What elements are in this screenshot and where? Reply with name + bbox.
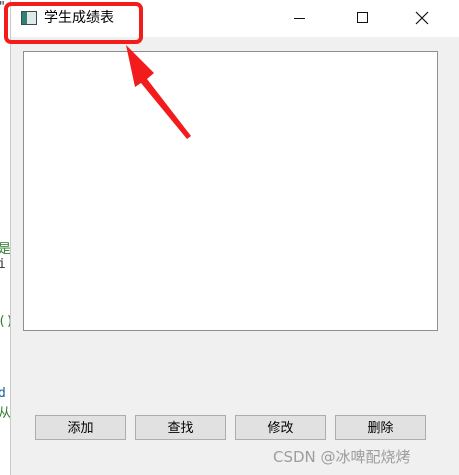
add-button[interactable]: 添加 xyxy=(35,415,126,440)
close-icon xyxy=(415,11,429,25)
background-code-char: i xyxy=(0,257,6,272)
background-code-char: 从 xyxy=(0,406,10,421)
minimize-icon xyxy=(294,18,305,19)
delete-button[interactable]: 删除 xyxy=(335,415,426,440)
close-button[interactable] xyxy=(397,0,445,37)
grades-text-area[interactable] xyxy=(23,51,438,331)
background-code-editor: " 是 i () d 从 xyxy=(0,0,10,475)
title-bar[interactable]: 学生成绩表 xyxy=(4,0,459,44)
edit-button[interactable]: 修改 xyxy=(235,415,326,440)
background-code-char: d xyxy=(0,386,6,401)
application-window: 学生成绩表 添加 查找 修改 删除 CSDN @冰啤配烧烤 xyxy=(4,0,459,475)
watermark-text: CSDN @冰啤配烧烤 xyxy=(273,448,411,466)
minimize-button[interactable] xyxy=(273,0,321,37)
title-highlight-annotation xyxy=(4,2,143,44)
maximize-icon xyxy=(357,12,368,23)
find-button[interactable]: 查找 xyxy=(135,415,226,440)
background-code-char: () xyxy=(0,314,10,329)
maximize-button[interactable] xyxy=(339,0,387,37)
background-code-char: 是 xyxy=(0,242,10,257)
